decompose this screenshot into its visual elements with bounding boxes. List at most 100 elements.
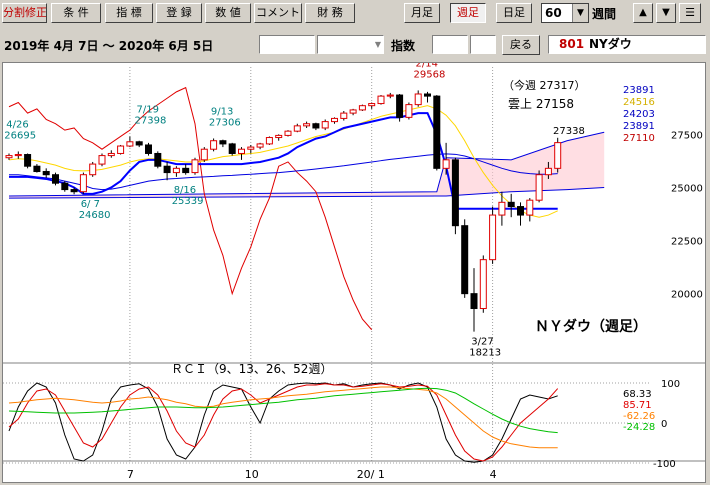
down-arrow-icon[interactable]: ▼ (656, 3, 676, 23)
candle-body (33, 165, 41, 173)
candle-body (517, 206, 524, 216)
candle-body (79, 174, 87, 193)
comment-button[interactable]: コメント (254, 3, 302, 23)
x-tick-label: 10 (245, 468, 259, 481)
empty-field[interactable] (259, 35, 315, 54)
candle-body (358, 105, 366, 111)
candle-body (544, 167, 552, 176)
rci-y-tick: 0 (661, 419, 667, 430)
candle-body (172, 167, 180, 174)
category-select[interactable]: ▼ (317, 35, 384, 54)
chevron-down-icon: ▼ (374, 40, 381, 49)
annotation-value: 26695 (4, 130, 36, 141)
back-button[interactable]: 戻る (502, 35, 540, 55)
cloud-top-info: 雲上 27158 (508, 97, 574, 111)
candle-body (451, 159, 459, 227)
candle-body (368, 103, 376, 107)
candle-body (265, 137, 273, 145)
candle-body (98, 155, 106, 165)
chart-svg: 27500 25000 22500 20000 4/2626695 7/1927398 9/… (3, 58, 705, 481)
price-panel: 27500 25000 22500 20000 4/2626695 7/1927398 9/… (3, 58, 705, 461)
register-button[interactable]: 登 録 (156, 3, 202, 23)
rci-y-tick: -100 (653, 459, 676, 470)
weekly-button[interactable]: 週足 (450, 3, 486, 23)
candle-body (52, 174, 59, 184)
candle-body (24, 154, 32, 167)
rci-title: ＲＣＩ（9、13、26、52週） (171, 362, 332, 376)
y-tick-label: 22500 (671, 237, 703, 248)
candle-body (293, 125, 301, 132)
legend-value: 24203 (623, 109, 655, 120)
rci-value: -24.28 (623, 422, 655, 433)
candle-body (61, 182, 69, 191)
annotation-value: 25339 (172, 196, 204, 207)
candle-body (424, 93, 431, 97)
candle-body (154, 152, 162, 167)
candle-body (256, 143, 264, 148)
x-tick-label: 20/ 1 (357, 468, 385, 481)
annotation-date: 8/16 (174, 185, 196, 196)
split-fix-button[interactable]: 分割修正 (2, 3, 47, 23)
annotation-value: 24680 (79, 210, 111, 221)
candle-body (219, 140, 227, 145)
annotation-value: 27398 (135, 116, 167, 127)
legend-value: 23891 (623, 121, 655, 132)
period-unit-label: 週間 (592, 7, 617, 21)
candle-body (377, 95, 385, 105)
candle-body (107, 152, 115, 157)
index-label: 指数 (391, 39, 416, 53)
candle-body (163, 165, 171, 174)
menu-icon[interactable]: ☰ (679, 3, 701, 23)
daily-button[interactable]: 日足 (496, 3, 532, 23)
annotation-date: 4/26 (6, 119, 28, 130)
candle-body (284, 130, 292, 136)
candle-body (414, 93, 422, 106)
candle-body (349, 109, 357, 114)
rci-26-line (8, 386, 558, 449)
candle-body (228, 143, 236, 154)
candle-body (386, 94, 394, 97)
rci-value: 68.33 (623, 389, 652, 400)
symbol-field[interactable]: 801 NYダウ (548, 35, 706, 54)
candle-body (442, 159, 450, 169)
monthly-button[interactable]: 月足 (404, 3, 440, 23)
candle-body (433, 95, 441, 169)
rci-52-line (8, 387, 558, 434)
annotation-value: 27306 (209, 117, 241, 128)
period-value: 60 (545, 6, 562, 20)
candle-body (238, 148, 245, 154)
candle-body (396, 94, 404, 118)
chevron-down-icon: ▼ (572, 4, 588, 22)
annotation-value: 18213 (469, 348, 501, 359)
annotation-date: 3/27 (471, 337, 493, 348)
index-field[interactable] (432, 35, 468, 54)
rci-9-line (8, 382, 558, 463)
annotation-date: 7/19 (137, 105, 159, 116)
up-arrow-icon[interactable]: ▲ (633, 3, 653, 23)
candle-body (126, 141, 134, 147)
rci-value: -62.26 (623, 411, 655, 422)
candle-body (210, 140, 218, 150)
conditions-button[interactable]: 条 件 (51, 3, 101, 23)
candle-body (535, 174, 543, 201)
toolbar: 分割修正 条 件 指 標 登 録 数 値 コメント 財 務 月足 週足 日足 6… (0, 0, 710, 30)
range-bar: 2019年 4月 7日 ～ 2020年 6月 5日 ▼ 指数 戻る 801 NY… (0, 33, 710, 57)
candle-body (321, 121, 329, 129)
candle-body (89, 163, 97, 176)
candle-body (489, 214, 497, 261)
values-button[interactable]: 数 値 (205, 3, 251, 23)
chart-area[interactable]: 27500 25000 22500 20000 4/26 26695 7/19 27398 9/… (2, 58, 706, 483)
x-tick-label: 7 (127, 468, 134, 481)
date-range: 2019年 4月 7日 ～ 2020年 6月 5日 (4, 39, 214, 53)
candle-body (14, 154, 22, 157)
period-select[interactable]: 60 ▼ (541, 3, 589, 23)
annotation-date: 9/13 (211, 106, 233, 117)
index-field-2[interactable] (470, 35, 496, 54)
candle-body (70, 189, 78, 193)
finance-button[interactable]: 財 務 (305, 3, 355, 23)
indicators-button[interactable]: 指 標 (105, 3, 153, 23)
candle-body (135, 141, 143, 146)
y-tick-label: 20000 (671, 290, 703, 301)
candle-body (340, 112, 348, 119)
candle-body (200, 148, 208, 161)
